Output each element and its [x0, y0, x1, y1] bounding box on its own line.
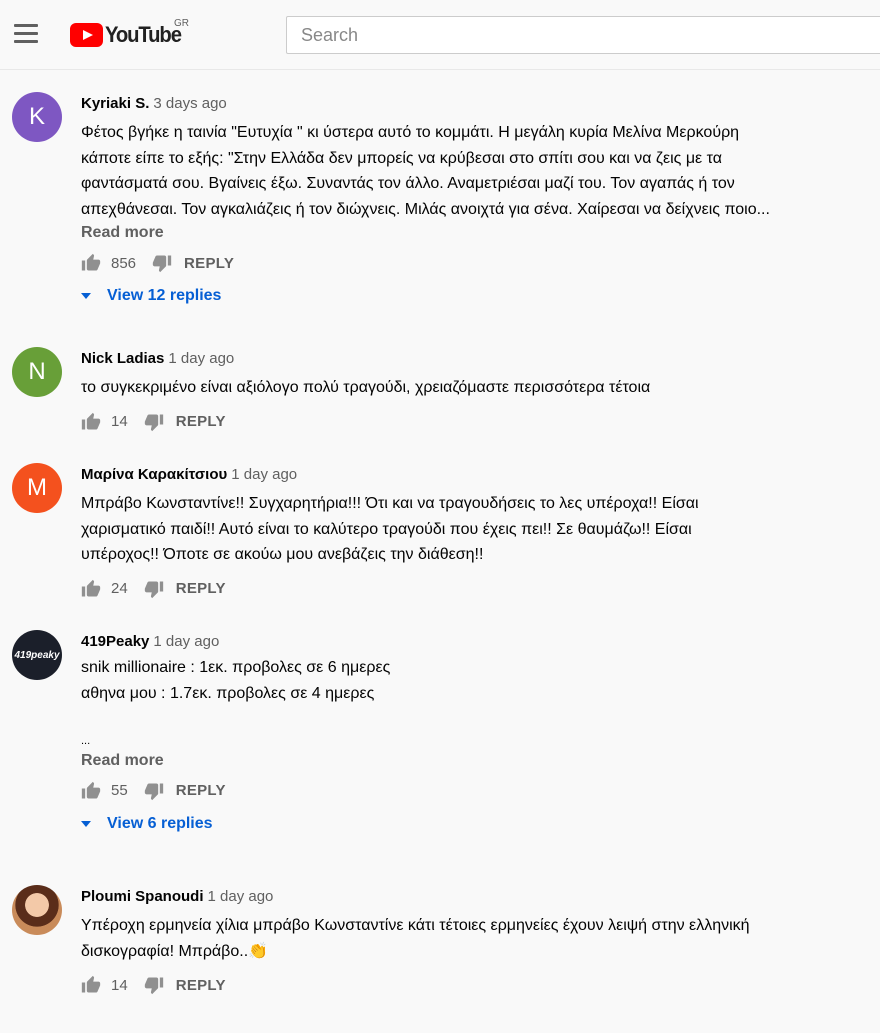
like-count: 856	[111, 254, 137, 272]
comment-time[interactable]: 1 day ago	[208, 888, 274, 905]
comment-line: snik millionaire : 1εκ. προβολες σε 6 ημ…	[81, 659, 391, 676]
comment-author[interactable]: Nick Ladias	[81, 350, 164, 367]
reply-button[interactable]: REPLY	[176, 977, 226, 994]
comment-text: Φέτος βγήκε η ταινία "Ευτυχία " κι ύστερ…	[81, 120, 864, 222]
youtube-play-icon	[70, 23, 103, 47]
country-code: GR	[174, 18, 189, 29]
avatar[interactable]: 419peaky	[12, 630, 62, 680]
comment-line: δισκογραφία! Μπράβο..👏	[81, 942, 269, 960]
comment-time[interactable]: 1 day ago	[153, 633, 219, 650]
comment-line	[81, 706, 864, 732]
dislike-icon[interactable]	[152, 253, 172, 273]
avatar[interactable]: N	[12, 347, 62, 397]
reply-button[interactable]: REPLY	[184, 255, 234, 272]
comment-line: απεχθάνεσαι. Τον αγκαλιάζεις ή τον διώχν…	[81, 200, 770, 218]
comment-author[interactable]: Kyriaki S.	[81, 95, 149, 112]
view-replies-label: View 12 replies	[107, 287, 222, 304]
comment-line: φαντάσματά σου. Βγαίνεις έξω. Συναντάς τ…	[81, 175, 735, 192]
comment-text: Υπέροχη ερμηνεία χίλια μπράβο Κωνσταντίν…	[81, 913, 864, 964]
masthead: YouTube GR Search	[0, 0, 880, 70]
reply-button[interactable]: REPLY	[176, 413, 226, 430]
comment-author[interactable]: Ploumi Spanoudi	[81, 888, 204, 905]
hamburger-menu-icon[interactable]	[14, 24, 38, 44]
view-replies-button[interactable]: View 6 replies	[81, 815, 864, 833]
comment-line: Υπέροχη ερμηνεία χίλια μπράβο Κωνσταντίν…	[81, 917, 750, 934]
read-more-button[interactable]: Read more	[81, 224, 864, 242]
comment-line: Φέτος βγήκε η ταινία "Ευτυχία " κι ύστερ…	[81, 124, 740, 141]
like-icon[interactable]	[81, 253, 101, 273]
like-icon[interactable]	[81, 975, 101, 995]
comment-line: χαρισματικό παιδί!! Αυτό είναι το καλύτε…	[81, 520, 692, 538]
caret-down-icon	[81, 293, 91, 299]
view-replies-button[interactable]: View 12 replies	[81, 287, 864, 305]
like-icon[interactable]	[81, 781, 101, 801]
comment-line: Μπράβο Κωνσταντίνε!! Συγχαρητήρια!!! Ότι…	[81, 495, 699, 512]
like-count: 24	[111, 580, 128, 597]
comment-time[interactable]: 1 day ago	[168, 350, 234, 367]
comment-author[interactable]: 419Peaky	[81, 633, 149, 650]
comment-time[interactable]: 3 days ago	[153, 95, 226, 112]
like-count: 14	[111, 976, 128, 994]
like-icon[interactable]	[81, 412, 101, 432]
like-icon[interactable]	[81, 579, 101, 599]
dislike-icon[interactable]	[144, 781, 164, 801]
dislike-icon[interactable]	[144, 412, 164, 432]
caret-down-icon	[81, 820, 91, 827]
comment-text: Μπράβο Κωνσταντίνε!! Συγχαρητήρια!!! Ότι…	[81, 491, 864, 568]
reply-button[interactable]: REPLY	[176, 580, 226, 597]
comment-text: snik millionaire : 1εκ. προβολες σε 6 ημ…	[81, 655, 864, 750]
like-count: 55	[111, 782, 128, 799]
avatar[interactable]: K	[12, 92, 62, 142]
comment-line: ...	[81, 734, 91, 747]
youtube-logo[interactable]: YouTube GR	[70, 18, 189, 50]
avatar[interactable]: M	[12, 463, 62, 513]
comment-line: το συγκεκριμένο είναι αξιόλογο πολύ τραγ…	[81, 379, 651, 396]
reply-button[interactable]: REPLY	[176, 782, 226, 799]
logo-text: YouTube	[105, 22, 182, 47]
comment-line: υπέροχος!! Όποτε σε ακούω μου ανεβάζεις …	[81, 546, 484, 563]
search-input[interactable]: Search	[286, 16, 880, 54]
avatar[interactable]	[12, 885, 62, 935]
read-more-button[interactable]: Read more	[81, 752, 864, 770]
view-replies-label: View 6 replies	[107, 814, 213, 832]
comment-text: το συγκεκριμένο είναι αξιόλογο πολύ τραγ…	[81, 375, 864, 401]
like-count: 14	[111, 413, 128, 430]
dislike-icon[interactable]	[144, 975, 164, 995]
comment-author[interactable]: Μαρίνα Καρακίτσιου	[81, 466, 227, 483]
comment-time[interactable]: 1 day ago	[231, 466, 297, 483]
comment-line: αθηνα μου : 1.7εκ. προβολες σε 4 ημερες	[81, 684, 375, 702]
dislike-icon[interactable]	[144, 579, 164, 599]
comment-line: κάποτε είπε το εξής: "Στην Ελλάδα δεν μπ…	[81, 149, 722, 167]
